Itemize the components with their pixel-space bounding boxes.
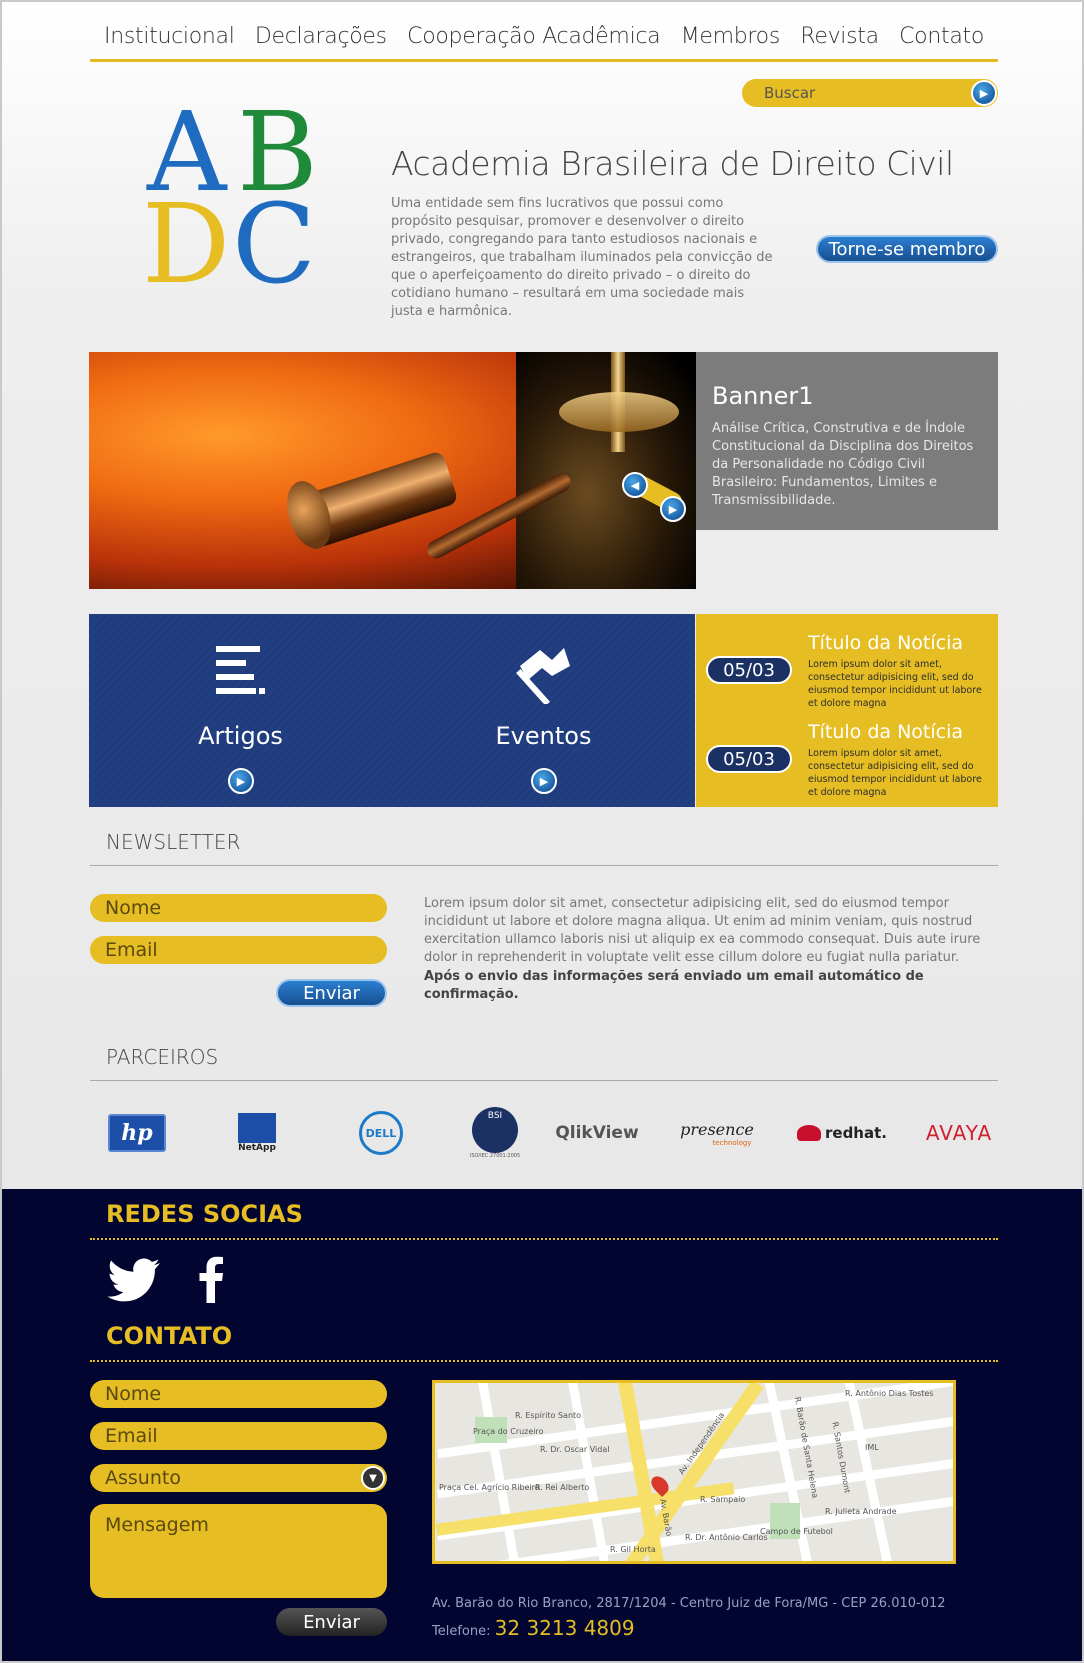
banner-slider-controls: ◀ ▶ [622, 472, 688, 522]
contact-send-button[interactable]: Enviar [276, 1608, 387, 1636]
newsletter-text: Lorem ipsum dolor sit amet, consectetur … [424, 896, 981, 965]
newsletter-send-button[interactable]: Enviar [276, 979, 387, 1007]
phone-label: Telefone: [432, 1624, 491, 1639]
news-item[interactable]: 05/03 Título da Notícia Lorem ipsum dolo… [706, 707, 996, 798]
newsletter-title: NEWSLETTER [106, 830, 241, 854]
divider [90, 1360, 998, 1362]
logo-letter-d: D [142, 180, 231, 308]
nav-item-cooperacao[interactable]: Cooperação Acadêmica [407, 20, 661, 59]
banner-title: Banner1 [712, 382, 814, 410]
partner-redhat-logo[interactable]: redhat. [797, 1107, 887, 1159]
contact-subject-select[interactable]: Assunto ▼ [90, 1464, 387, 1492]
tile-artigos[interactable]: Artigos ▶ [89, 614, 392, 807]
partner-bsi-logo[interactable]: BSI ISO/IEC 27001:2005 [467, 1107, 523, 1159]
partner-netapp-logo[interactable]: NetApp [232, 1107, 282, 1159]
join-button[interactable]: Torne-se membro [816, 235, 998, 263]
partner-qlikview-logo[interactable]: QlikView [555, 1107, 638, 1159]
phone: Telefone: 32 3213 4809 [432, 1616, 635, 1640]
nav-item-institucional[interactable]: Institucional [104, 20, 235, 59]
logo-letter-c: C [232, 180, 317, 308]
tile-label: Artigos [198, 722, 283, 750]
divider [90, 865, 998, 866]
list-icon [216, 646, 265, 694]
site-title: Academia Brasileira de Direito Civil [391, 144, 954, 183]
logo: A B D C [142, 97, 347, 312]
tile-arrow-button[interactable]: ▶ [531, 768, 557, 794]
contact-title: CONTATO [106, 1322, 233, 1350]
flag-icon [516, 648, 570, 704]
scale-image [549, 352, 679, 589]
nav-item-contato[interactable]: Contato [899, 20, 984, 59]
nav-item-declaracoes[interactable]: Declarações [255, 20, 387, 59]
contact-message-field[interactable]: Mensagem [90, 1504, 387, 1598]
news-text: Lorem ipsum dolor sit amet, consectetur … [808, 748, 982, 798]
phone-number[interactable]: 32 3213 4809 [495, 1616, 635, 1640]
tile-eventos[interactable]: Eventos ▶ [392, 614, 695, 807]
address: Av. Barão do Rio Branco, 2817/1204 - Cen… [432, 1596, 946, 1611]
banner-next-button[interactable]: ▶ [660, 496, 686, 522]
banner-text: Análise Crítica, Construtiva e de Índole… [712, 421, 974, 508]
banner-caption: Banner1 Análise Crítica, Construtiva e d… [696, 352, 998, 530]
chevron-down-icon[interactable]: ▼ [361, 1466, 385, 1490]
search-placeholder: Buscar [764, 84, 816, 102]
banner-prev-button[interactable]: ◀ [622, 472, 648, 498]
social-title: REDES SOCIAS [106, 1200, 303, 1228]
location-map[interactable]: R. Espírito Santo R. Dr. Oscar Vidal R. … [432, 1380, 956, 1564]
partners-title: PARCEIROS [106, 1045, 219, 1069]
redhat-icon [797, 1125, 821, 1141]
partner-dell-logo[interactable]: DELL [358, 1107, 404, 1159]
news-date: 05/03 [706, 656, 792, 684]
contact-name-field[interactable]: Nome [90, 1380, 387, 1408]
news-text: Lorem ipsum dolor sit amet, consectetur … [808, 659, 982, 709]
site-description: Uma entidade sem fins lucrativos que pos… [391, 196, 773, 319]
search-submit-button[interactable]: ▶ [971, 80, 997, 106]
subject-placeholder: Assunto [105, 1467, 181, 1489]
news-panel: 05/03 Título da Notícia Lorem ipsum dolo… [696, 614, 998, 807]
newsletter-email-field[interactable]: Email [90, 936, 387, 964]
facebook-icon[interactable] [198, 1255, 224, 1303]
news-date: 05/03 [706, 745, 792, 773]
partner-avaya-logo[interactable]: AVAYA [920, 1107, 998, 1159]
news-item[interactable]: 05/03 Título da Notícia Lorem ipsum dolo… [706, 618, 996, 709]
divider [90, 1080, 998, 1081]
divider [90, 1238, 998, 1240]
partner-hp-logo[interactable]: hp [107, 1107, 167, 1159]
newsletter-name-field[interactable]: Nome [90, 894, 387, 922]
nav-item-revista[interactable]: Revista [800, 20, 879, 59]
news-title[interactable]: Título da Notícia [808, 632, 963, 654]
partner-presence-logo[interactable]: presence technology [672, 1107, 762, 1159]
banner-image [89, 352, 696, 589]
tile-arrow-button[interactable]: ▶ [228, 768, 254, 794]
contact-email-field[interactable]: Email [90, 1422, 387, 1450]
newsletter-note: Após o envio das informações será enviad… [424, 969, 924, 1002]
search-input[interactable]: Buscar ▶ [742, 79, 998, 107]
main-nav: Institucional Declarações Cooperação Aca… [90, 20, 998, 62]
news-title[interactable]: Título da Notícia [808, 721, 963, 743]
twitter-icon[interactable] [106, 1257, 162, 1303]
tile-label: Eventos [495, 722, 592, 750]
nav-item-membros[interactable]: Membros [681, 20, 781, 59]
page: Institucional Declarações Cooperação Aca… [0, 0, 1084, 1663]
